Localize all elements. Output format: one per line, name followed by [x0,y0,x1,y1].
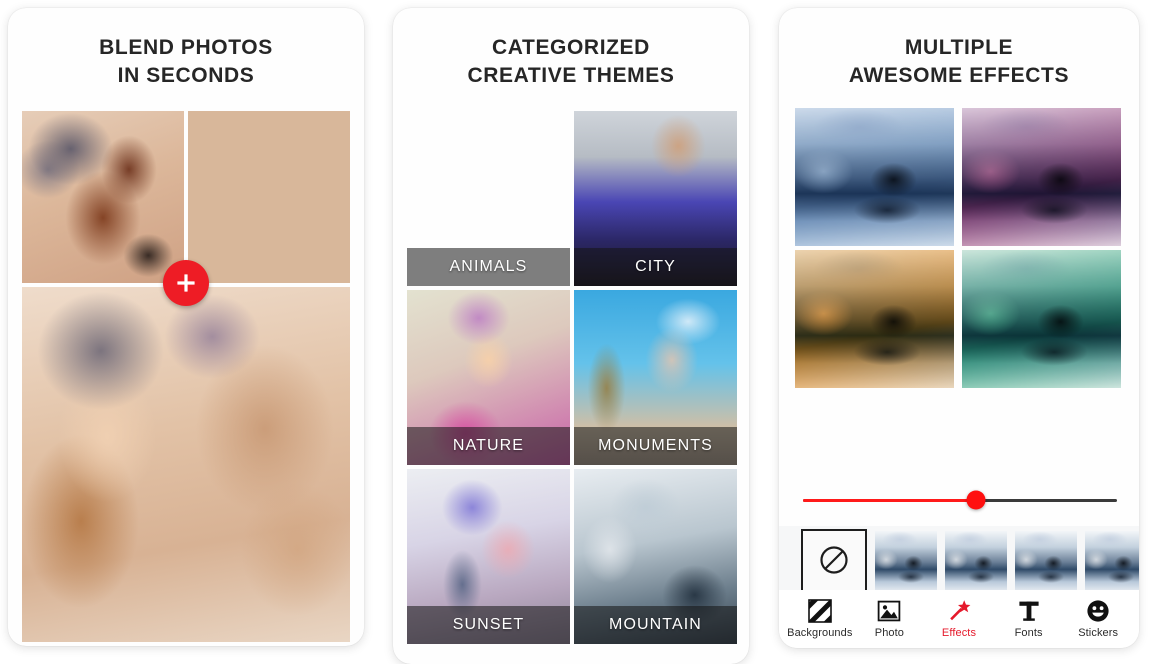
thumbnail-image [1085,531,1139,593]
effect-preview-green[interactable] [962,250,1121,388]
panel3-headline: MULTIPLE AWESOME EFFECTS [848,36,1070,87]
theme-tile-animals[interactable]: ANIMALS [407,111,570,286]
tab-label: Backgrounds [787,627,853,639]
theme-tile-city[interactable]: CITY [574,111,737,286]
slider-fill [803,498,976,502]
theme-tile-sunset[interactable]: SUNSET [407,469,570,644]
stripes-icon [807,599,832,623]
theme-row: NATURE MONUMENTS [407,290,737,465]
panel2-headline: CATEGORIZED CREATIVE THEMES [467,36,675,87]
panel-awesome-effects: MULTIPLE AWESOME EFFECTS Backgrounds Pho… [779,8,1139,648]
tab-label: Fonts [1014,627,1043,639]
tab-effects[interactable]: Effects [926,599,992,639]
effect-tint-overlay [962,250,1121,388]
panel-creative-themes: CATEGORIZED CREATIVE THEMES ANIMALS CITY… [393,8,749,664]
effect-preview-grid [795,108,1121,388]
tab-label: Stickers [1078,627,1119,639]
slider-track[interactable] [803,490,1117,510]
blended-result-photo[interactable] [22,287,350,642]
tab-fonts[interactable]: Fonts [996,599,1062,639]
blend-photo-grid [22,111,350,646]
tab-backgrounds[interactable]: Backgrounds [787,599,853,639]
effect-row [795,250,1121,388]
image-icon [877,599,901,623]
source-photo-row [22,111,350,283]
theme-tile-mountain[interactable]: MOUNTAIN [574,469,737,644]
screenshot-stage: BLEND PHOTOS IN SECONDS CATEGORIZED CREA… [0,0,1155,664]
theme-label: ANIMALS [407,248,570,286]
theme-label: MOUNTAIN [574,606,737,644]
magic-wand-icon [947,599,971,623]
tab-photo[interactable]: Photo [856,599,922,639]
effect-tint-overlay [962,108,1121,246]
thumbnail-image [1015,531,1077,593]
theme-label: MONUMENTS [574,427,737,465]
theme-grid: ANIMALS CITY NATURE MONUMENTS SUNSET MOU… [407,111,737,664]
theme-tile-monuments[interactable]: MONUMENTS [574,290,737,465]
add-photo-button[interactable] [163,260,209,306]
smiley-icon [1086,599,1110,623]
theme-label: CITY [574,248,737,286]
panel1-headline: BLEND PHOTOS IN SECONDS [99,36,273,87]
tab-label: Effects [941,627,977,639]
no-effect-option[interactable] [801,529,867,595]
theme-label: NATURE [407,427,570,465]
effect-thumbnail[interactable] [875,531,937,593]
text-t-icon [1017,599,1041,623]
effect-preview-orange[interactable] [795,250,954,388]
plus-icon [175,272,197,294]
theme-tile-nature[interactable]: NATURE [407,290,570,465]
effect-thumbnail[interactable] [1015,531,1077,593]
effect-preview-purple[interactable] [962,108,1121,246]
bottom-tab-bar: Backgrounds Photo Effects Fonts Stickers [779,590,1139,648]
no-effect-icon [817,543,851,582]
thumbnail-image [945,531,1007,593]
effect-thumbnail[interactable] [1085,531,1139,593]
horse-photo[interactable] [22,111,184,283]
effect-intensity-slider[interactable] [803,488,1117,512]
thumbnail-image [875,531,937,593]
theme-row: ANIMALS CITY [407,111,737,286]
effect-tint-overlay [795,250,954,388]
effect-thumbnail[interactable] [945,531,1007,593]
effect-row [795,108,1121,246]
effect-filmstrip[interactable] [779,526,1139,598]
theme-row: SUNSET MOUNTAIN [407,469,737,644]
effect-tint-overlay [795,108,954,246]
slider-thumb[interactable] [966,490,986,510]
effect-preview-blue[interactable] [795,108,954,246]
tab-stickers[interactable]: Stickers [1065,599,1131,639]
theme-label: SUNSET [407,606,570,644]
tab-label: Photo [874,627,905,639]
panel-blend-photos: BLEND PHOTOS IN SECONDS [8,8,364,646]
woman-photo[interactable] [188,111,350,283]
